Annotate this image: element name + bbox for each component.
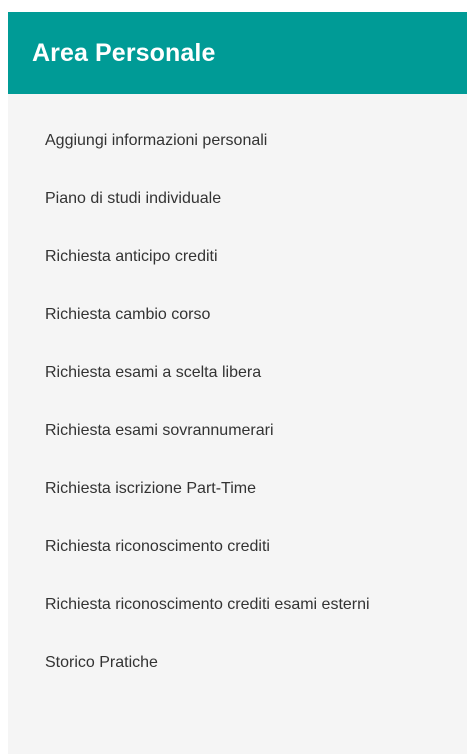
menu-link-study-plan[interactable]: Piano di studi individuale bbox=[45, 186, 221, 212]
menu-link-practice-history[interactable]: Storico Pratiche bbox=[45, 650, 158, 676]
menu-link-external-credit-recognition[interactable]: Richiesta riconoscimento crediti esami e… bbox=[45, 592, 370, 618]
menu-link-free-choice-exams[interactable]: Richiesta esami a scelta libera bbox=[45, 360, 261, 386]
menu-item-practice-history: Storico Pratiche bbox=[8, 634, 467, 692]
menu-link-supernumerary-exams[interactable]: Richiesta esami sovrannumerari bbox=[45, 418, 274, 444]
menu-item-course-change: Richiesta cambio corso bbox=[8, 286, 467, 344]
menu-item-credit-recognition: Richiesta riconoscimento crediti bbox=[8, 518, 467, 576]
personal-area-menu: Aggiungi informazioni personali Piano di… bbox=[8, 94, 467, 692]
menu-item-add-personal-info: Aggiungi informazioni personali bbox=[8, 112, 467, 170]
menu-item-credit-advance: Richiesta anticipo crediti bbox=[8, 228, 467, 286]
menu-item-study-plan: Piano di studi individuale bbox=[8, 170, 467, 228]
panel-title: Area Personale bbox=[32, 38, 216, 67]
menu-link-course-change[interactable]: Richiesta cambio corso bbox=[45, 302, 210, 328]
menu-link-add-personal-info[interactable]: Aggiungi informazioni personali bbox=[45, 128, 267, 154]
menu-link-credit-recognition[interactable]: Richiesta riconoscimento crediti bbox=[45, 534, 270, 560]
menu-link-part-time-enrollment[interactable]: Richiesta iscrizione Part-Time bbox=[45, 476, 256, 502]
menu-item-free-choice-exams: Richiesta esami a scelta libera bbox=[8, 344, 467, 402]
menu-item-supernumerary-exams: Richiesta esami sovrannumerari bbox=[8, 402, 467, 460]
menu-item-external-credit-recognition: Richiesta riconoscimento crediti esami e… bbox=[8, 576, 467, 634]
panel-header: Area Personale bbox=[8, 12, 467, 94]
menu-item-part-time-enrollment: Richiesta iscrizione Part-Time bbox=[8, 460, 467, 518]
menu-link-credit-advance[interactable]: Richiesta anticipo crediti bbox=[45, 244, 218, 270]
personal-area-panel: Area Personale Aggiungi informazioni per… bbox=[8, 12, 467, 754]
